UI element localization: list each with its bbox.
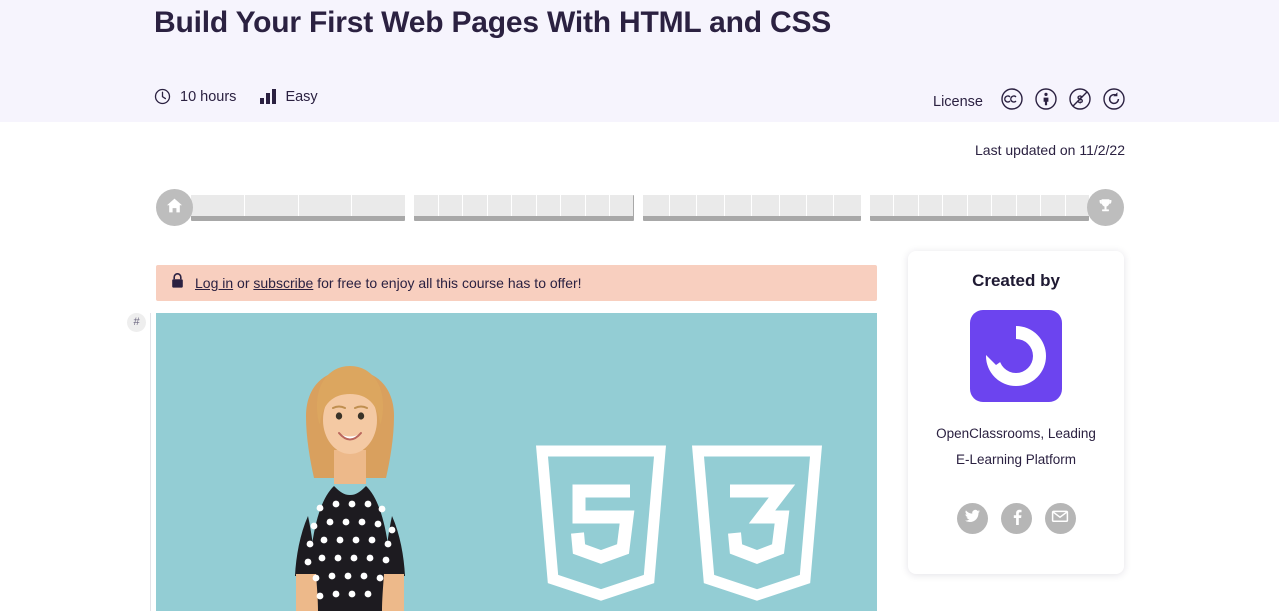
progress-segment[interactable] (967, 194, 993, 216)
progress-segment[interactable] (463, 194, 488, 216)
progress-segment[interactable] (869, 194, 895, 216)
progress-segment[interactable] (1016, 194, 1042, 216)
openclassrooms-logo (970, 310, 1062, 402)
cc-by-attribution-icon[interactable] (1035, 88, 1057, 115)
banner-suffix: for free to enjoy all this course has to… (313, 275, 582, 291)
course-duration: 10 hours (154, 88, 236, 105)
progress-group (191, 194, 406, 221)
trophy-icon (1096, 196, 1115, 220)
progress-segment[interactable] (779, 194, 807, 216)
instructor-photo (295, 366, 405, 611)
progress-trophy-marker[interactable] (1087, 189, 1124, 226)
progress-segment[interactable] (352, 194, 406, 216)
progress-segment[interactable] (438, 194, 464, 216)
subscribe-link[interactable]: subscribe (253, 275, 313, 291)
creative-commons-icon[interactable] (1001, 88, 1023, 115)
author-description: OpenClassrooms, Leading E-Learning Platf… (926, 421, 1106, 473)
login-link[interactable]: Log in (195, 275, 233, 291)
course-hero-image (156, 313, 877, 611)
course-progress-bar[interactable] (156, 189, 1124, 226)
cc-sa-sharealike-icon[interactable] (1103, 88, 1125, 115)
html5-shield-icon (536, 445, 666, 601)
progress-segment[interactable] (697, 194, 725, 216)
facebook-share-button[interactable] (1000, 503, 1032, 534)
created-by-heading: Created by (972, 271, 1060, 290)
home-icon (165, 196, 184, 220)
progress-segment[interactable] (536, 194, 562, 216)
course-header: Build Your First Web Pages With HTML and… (0, 0, 1279, 122)
progress-group (414, 194, 634, 221)
clock-icon (154, 88, 171, 105)
license-label: License (933, 93, 983, 110)
twitter-share-button[interactable] (956, 503, 988, 534)
progress-segment[interactable] (610, 194, 634, 216)
page-title: Build Your First Web Pages With HTML and… (154, 6, 832, 39)
progress-segment[interactable] (642, 194, 670, 216)
progress-segment[interactable] (918, 194, 944, 216)
progress-group (869, 194, 1089, 221)
banner-text: Log in or subscribe for free to enjoy al… (195, 275, 582, 291)
progress-segment[interactable] (834, 194, 861, 216)
email-share-button[interactable] (1044, 503, 1076, 534)
progress-segment[interactable] (298, 194, 353, 216)
progress-segment[interactable] (487, 194, 513, 216)
author-line-2: E-Learning Platform (955, 452, 1077, 467)
lock-icon (171, 272, 184, 294)
progress-segment[interactable] (992, 194, 1017, 216)
email-icon (1051, 507, 1069, 530)
progress-segment[interactable] (806, 194, 835, 216)
progress-segment[interactable] (512, 194, 537, 216)
content-divider (150, 313, 151, 611)
banner-conjunction: or (233, 275, 254, 291)
social-links (908, 503, 1124, 534)
progress-segment[interactable] (894, 194, 919, 216)
progress-group (642, 194, 861, 221)
course-duration-label: 10 hours (180, 88, 237, 105)
progress-track (191, 194, 1089, 221)
progress-home-marker[interactable] (156, 189, 193, 226)
css3-shield-icon (692, 445, 822, 601)
progress-segment[interactable] (1065, 194, 1089, 216)
progress-segment[interactable] (414, 194, 439, 216)
course-meta-row: 10 hours Easy (154, 88, 318, 105)
course-difficulty-label: Easy (285, 88, 318, 105)
progress-segment[interactable] (943, 194, 968, 216)
author-line-1: OpenClassrooms, Leading (936, 426, 1096, 441)
cc-nc-noncommercial-icon[interactable]: $ (1069, 88, 1091, 115)
progress-segment[interactable] (669, 194, 698, 216)
progress-segment[interactable] (191, 194, 245, 216)
last-updated-label: Last updated on 11/2/22 (975, 142, 1125, 158)
login-subscribe-banner: Log in or subscribe for free to enjoy al… (156, 265, 877, 301)
progress-segment[interactable] (585, 194, 610, 216)
license-row: License $ (933, 88, 1125, 115)
anchor-link-icon[interactable]: # (127, 313, 146, 332)
progress-segment[interactable] (561, 194, 586, 216)
progress-segment[interactable] (752, 194, 780, 216)
facebook-icon (1008, 508, 1025, 530)
course-page: Build Your First Web Pages With HTML and… (0, 0, 1279, 611)
progress-segment[interactable] (724, 194, 753, 216)
tech-logos (534, 443, 824, 603)
difficulty-bars-icon (260, 89, 277, 104)
progress-segment[interactable] (1041, 194, 1066, 216)
twitter-icon (964, 508, 981, 530)
course-difficulty: Easy (260, 88, 318, 105)
progress-segment[interactable] (244, 194, 299, 216)
created-by-card: Created by OpenClassrooms, Leading E-Lea… (908, 251, 1124, 574)
